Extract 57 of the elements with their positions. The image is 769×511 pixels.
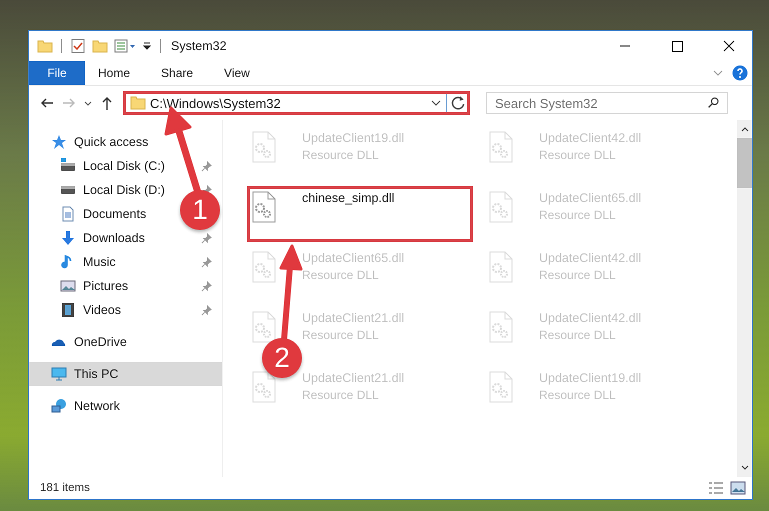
file-type: Resource DLL	[302, 148, 380, 162]
sidebar-item[interactable]: Network	[29, 394, 222, 418]
file-type: Resource DLL	[539, 328, 617, 342]
pin-icon[interactable]	[201, 304, 212, 316]
folder-icon[interactable]	[92, 38, 108, 54]
ribbon-tab[interactable]: View	[224, 61, 268, 85]
pin-icon[interactable]	[201, 256, 212, 268]
window-title: System32	[171, 39, 227, 53]
dropdown-icon[interactable]	[142, 41, 152, 51]
search-field[interactable]: Search System32	[486, 92, 728, 114]
file-type: Resource DLL	[302, 328, 380, 342]
sidebar-item[interactable]: Pictures	[29, 274, 222, 298]
star-icon	[51, 134, 67, 150]
sidebar-item[interactable]: Quick access	[29, 130, 222, 154]
ribbon-tab[interactable]: File	[29, 61, 85, 85]
file-type: Resource DLL	[539, 388, 617, 402]
file-type: Resource DLL	[539, 208, 617, 222]
checklist-icon[interactable]	[70, 38, 86, 54]
drive-icon	[60, 185, 76, 195]
scrollbar[interactable]	[737, 120, 752, 477]
pin-icon[interactable]	[201, 160, 212, 172]
monitor-icon	[51, 366, 67, 382]
file-item[interactable]: chinese_simp.dll	[247, 186, 473, 242]
file-type: Resource DLL	[302, 388, 380, 402]
search-icon	[707, 96, 720, 109]
file-type: Resource DLL	[539, 148, 617, 162]
sidebar-item[interactable]: OneDrive	[29, 330, 222, 354]
ribbon-tab[interactable]: Home	[98, 61, 148, 85]
sidebar-item[interactable]: This PC	[29, 362, 222, 386]
item-count: 181 items	[40, 482, 90, 494]
sidebar-item[interactable]: Local Disk (C:)	[29, 154, 222, 178]
help-icon[interactable]	[732, 65, 748, 81]
sidebar-item[interactable]: Music	[29, 250, 222, 274]
file-type: Resource DLL	[539, 268, 617, 282]
file-type: Resource DLL	[302, 268, 380, 282]
drive-icon	[60, 158, 76, 174]
address-path: C:\Windows\System32	[150, 96, 282, 110]
pin-icon[interactable]	[201, 280, 212, 292]
ribbon-tab[interactable]: Share	[161, 61, 212, 85]
sidebar-item[interactable]: Documents	[29, 202, 150, 226]
address-bar[interactable]: C:\Windows\System32	[123, 91, 470, 115]
download-arrow-icon	[60, 230, 76, 246]
folder-icon	[130, 95, 146, 111]
file-name[interactable]: chinese_simp.dll	[302, 191, 394, 205]
scrollbar-thumb[interactable]	[737, 138, 752, 188]
large-icons-view-icon[interactable]	[730, 481, 746, 495]
file-gears-icon[interactable]	[252, 191, 276, 223]
picture-icon	[60, 278, 76, 294]
folder-icon[interactable]	[37, 38, 53, 54]
details-view-icon[interactable]	[708, 481, 724, 495]
network-icon	[51, 398, 67, 414]
properties-icon[interactable]	[114, 38, 136, 54]
film-icon	[60, 302, 76, 318]
refresh-icon[interactable]	[446, 94, 467, 112]
document-icon	[60, 206, 76, 222]
pin-icon[interactable]	[201, 232, 212, 244]
sidebar-item[interactable]: Videos	[29, 298, 222, 322]
